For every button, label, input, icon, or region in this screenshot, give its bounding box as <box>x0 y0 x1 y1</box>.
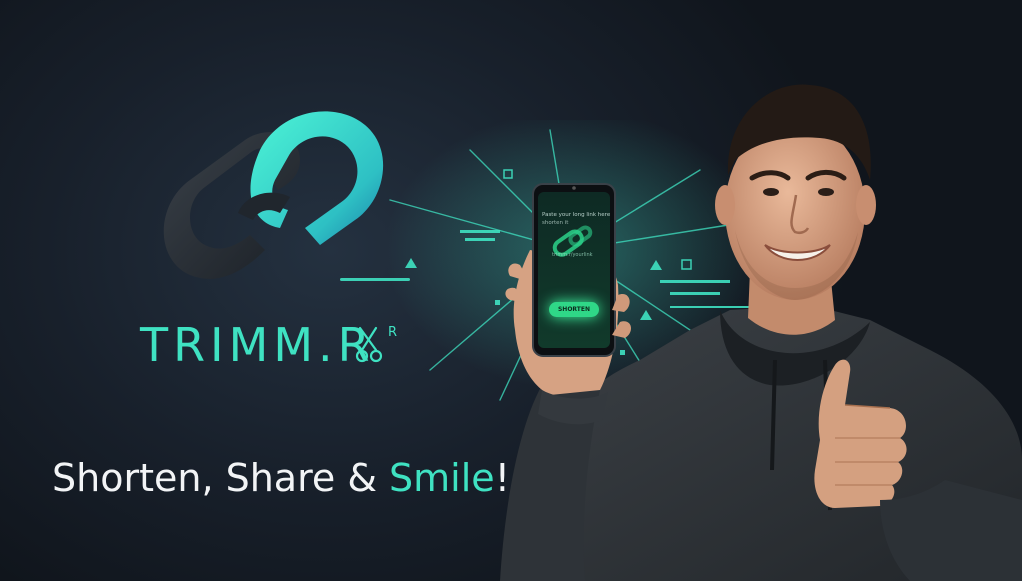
tagline-accent: Smile <box>389 456 495 500</box>
person-photo: thumbs-up <box>500 84 1022 581</box>
chain-link-icon <box>163 111 384 279</box>
tagline: Shorten, Share & Smile! <box>52 456 510 500</box>
shorten-button[interactable]: SHORTEN <box>549 302 599 317</box>
brand-superscript: R <box>388 325 397 340</box>
phone-screen-line1: Paste your long link here <box>542 212 611 218</box>
phone-link-field[interactable]: trimm.r/yourlink <box>552 252 593 258</box>
scissors-icon: R <box>355 325 397 363</box>
phone-screen-line2: shorten it <box>542 220 569 226</box>
brand-name: TRIMM.R <box>140 318 375 372</box>
tagline-main: Shorten, Share & <box>52 456 390 500</box>
hero-banner: TRIMM.R R Shorten, Share & Smile! Paste … <box>0 0 1022 581</box>
